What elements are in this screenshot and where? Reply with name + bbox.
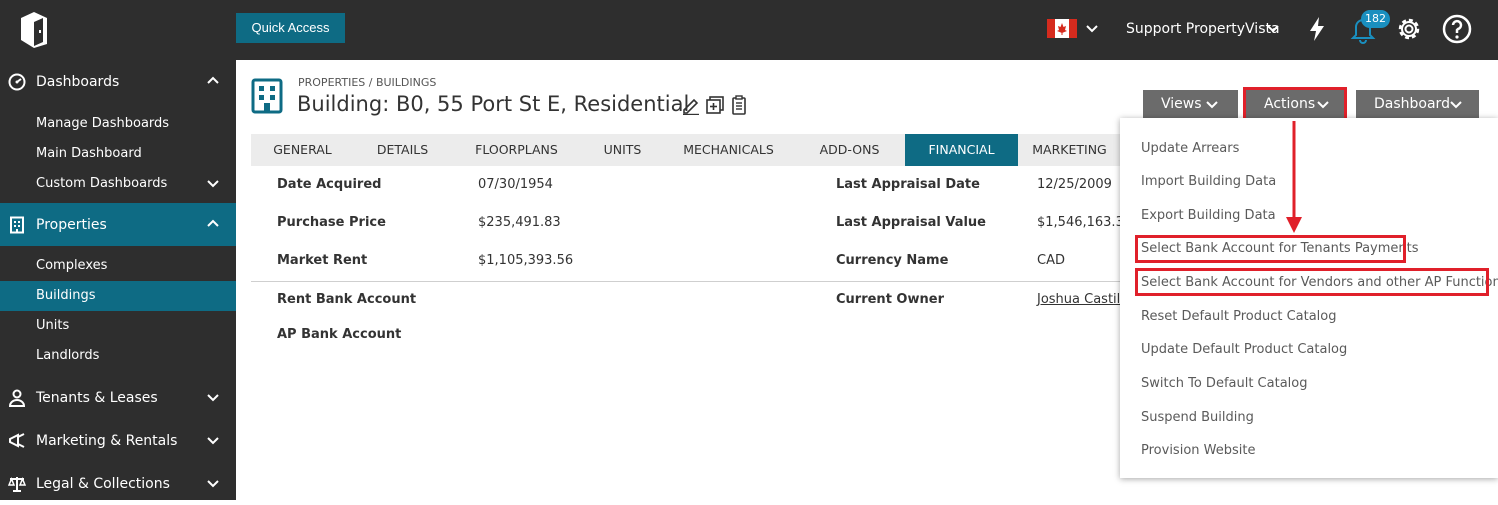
actions-highlight bbox=[1243, 87, 1347, 121]
gear-icon[interactable] bbox=[1394, 14, 1424, 44]
sidebar-item-label: Units bbox=[36, 318, 70, 333]
bolt-icon[interactable] bbox=[1307, 16, 1327, 42]
chevron-down-icon[interactable] bbox=[207, 394, 219, 402]
market-rent-value: $1,105,393.56 bbox=[478, 253, 574, 268]
market-rent-label: Market Rent bbox=[277, 253, 368, 268]
notification-badge: 182 bbox=[1361, 10, 1390, 28]
tab-floorplans[interactable]: FLOORPLANS bbox=[451, 134, 582, 166]
page-title: Building: B0, 55 Port St E, Residential bbox=[297, 92, 690, 116]
views-button[interactable]: Views bbox=[1143, 90, 1238, 118]
sidebar-item-label: Custom Dashboards bbox=[36, 176, 168, 191]
building-icon bbox=[10, 216, 24, 234]
ap-bank-account-label: AP Bank Account bbox=[277, 327, 402, 342]
sidebar-item-units[interactable]: Units bbox=[0, 311, 236, 341]
top-bar: Quick Access Support PropertyVista 182 bbox=[0, 0, 1498, 60]
date-acquired-label: Date Acquired bbox=[277, 177, 382, 192]
tenants-payments-highlight bbox=[1135, 235, 1406, 263]
dashboard-button-label: Dashboard bbox=[1374, 96, 1450, 112]
menu-item-reset-default-product-catalog[interactable]: Reset Default Product Catalog bbox=[1141, 309, 1337, 324]
currency-name-label: Currency Name bbox=[836, 253, 949, 268]
logo-icon[interactable] bbox=[19, 10, 49, 48]
chevron-down-icon bbox=[1206, 101, 1218, 109]
title-tools bbox=[681, 95, 749, 117]
breadcrumb[interactable]: PROPERTIES / BUILDINGS bbox=[298, 76, 436, 89]
chevron-down-icon bbox=[1450, 101, 1462, 109]
chevron-down-icon[interactable] bbox=[207, 480, 219, 488]
chevron-down-icon[interactable] bbox=[207, 180, 219, 188]
sidebar-item-label: Landlords bbox=[36, 348, 100, 363]
sidebar-item-label: Buildings bbox=[36, 288, 96, 303]
last-appraisal-value-label: Last Appraisal Value bbox=[836, 215, 986, 230]
vendors-ap-highlight bbox=[1135, 268, 1489, 296]
rent-bank-account-label: Rent Bank Account bbox=[277, 292, 417, 307]
menu-item-update-default-product-catalog[interactable]: Update Default Product Catalog bbox=[1141, 342, 1347, 357]
sidebar-section-properties[interactable]: Properties bbox=[0, 203, 236, 246]
chevron-down-icon[interactable] bbox=[207, 437, 219, 445]
sidebar-item-label: Complexes bbox=[36, 258, 108, 273]
chevron-up-icon[interactable] bbox=[207, 76, 219, 84]
last-appraisal-date-value: 12/25/2009 bbox=[1037, 177, 1112, 192]
tab-units[interactable]: UNITS bbox=[582, 134, 663, 166]
last-appraisal-value-value: $1,546,163.31 bbox=[1037, 215, 1133, 230]
sidebar-item-buildings[interactable]: Buildings bbox=[0, 281, 236, 311]
add-copy-icon[interactable] bbox=[705, 95, 725, 115]
sidebar-section-legal-collections[interactable]: Legal & Collections bbox=[0, 462, 236, 505]
chevron-up-icon[interactable] bbox=[207, 219, 219, 227]
sidebar-section-label: Marketing & Rentals bbox=[36, 433, 178, 449]
tab-marketing[interactable]: MARKETING bbox=[1018, 134, 1121, 166]
quick-access-button[interactable]: Quick Access bbox=[236, 13, 345, 43]
tab-mechanicals[interactable]: MECHANICALS bbox=[663, 134, 794, 166]
current-owner-link[interactable]: Joshua Castillo bbox=[1037, 292, 1132, 307]
sidebar-section-tenants-leases[interactable]: Tenants & Leases bbox=[0, 376, 236, 419]
sidebar: Dashboards Manage Dashboards Main Dashbo… bbox=[0, 60, 236, 500]
help-icon[interactable] bbox=[1442, 14, 1472, 44]
purchase-price-label: Purchase Price bbox=[277, 215, 386, 230]
menu-item-suspend-building[interactable]: Suspend Building bbox=[1141, 410, 1254, 425]
arrow-down-icon bbox=[1286, 121, 1302, 233]
views-button-label: Views bbox=[1161, 96, 1202, 112]
menu-item-export-building-data[interactable]: Export Building Data bbox=[1141, 208, 1276, 223]
sidebar-item-label: Manage Dashboards bbox=[36, 116, 170, 131]
menu-item-provision-website[interactable]: Provision Website bbox=[1141, 443, 1255, 458]
tab-details[interactable]: DETAILS bbox=[354, 134, 451, 166]
sidebar-section-label: Legal & Collections bbox=[36, 476, 170, 492]
dashboard-button[interactable]: Dashboard bbox=[1356, 90, 1479, 118]
scales-icon bbox=[8, 477, 26, 492]
sidebar-item-custom-dashboards[interactable]: Custom Dashboards bbox=[0, 169, 236, 199]
sidebar-item-main-dashboard[interactable]: Main Dashboard bbox=[0, 139, 236, 169]
tab-bar: GENERAL DETAILS FLOORPLANS UNITS MECHANI… bbox=[251, 134, 1121, 166]
building-header-icon bbox=[251, 78, 283, 114]
sidebar-section-dashboards[interactable]: Dashboards bbox=[0, 60, 236, 103]
purchase-price-value: $235,491.83 bbox=[478, 215, 561, 230]
tab-financial[interactable]: FINANCIAL bbox=[905, 134, 1018, 166]
sidebar-section-label: Dashboards bbox=[36, 74, 120, 90]
section-divider bbox=[251, 281, 1121, 282]
notes-icon[interactable] bbox=[729, 95, 749, 115]
sidebar-item-manage-dashboards[interactable]: Manage Dashboards bbox=[0, 109, 236, 139]
megaphone-icon bbox=[9, 433, 25, 448]
date-acquired-value: 07/30/1954 bbox=[478, 177, 553, 192]
last-appraisal-date-label: Last Appraisal Date bbox=[836, 177, 980, 192]
sidebar-item-complexes[interactable]: Complexes bbox=[0, 251, 236, 281]
menu-item-import-building-data[interactable]: Import Building Data bbox=[1141, 174, 1276, 189]
sidebar-section-marketing-rentals[interactable]: Marketing & Rentals bbox=[0, 419, 236, 462]
sidebar-item-landlords[interactable]: Landlords bbox=[0, 341, 236, 371]
user-menu[interactable]: Support PropertyVista bbox=[1126, 20, 1280, 38]
current-owner-label: Current Owner bbox=[836, 292, 944, 307]
tab-general[interactable]: GENERAL bbox=[251, 134, 354, 166]
sidebar-section-label: Tenants & Leases bbox=[36, 390, 158, 406]
tab-add-ons[interactable]: ADD-ONS bbox=[794, 134, 905, 166]
sidebar-section-label: Properties bbox=[36, 217, 107, 233]
actions-dropdown-menu: Update Arrears Import Building Data Expo… bbox=[1120, 118, 1498, 478]
menu-item-switch-to-default-catalog[interactable]: Switch To Default Catalog bbox=[1141, 376, 1308, 391]
dashboard-icon bbox=[8, 73, 26, 91]
user-chevron-icon[interactable] bbox=[1267, 25, 1279, 33]
person-icon bbox=[8, 389, 26, 407]
canada-flag-icon[interactable] bbox=[1047, 19, 1077, 38]
edit-icon[interactable] bbox=[681, 95, 701, 115]
language-chevron-icon[interactable] bbox=[1086, 25, 1098, 33]
sidebar-item-label: Main Dashboard bbox=[36, 146, 142, 161]
currency-name-value: CAD bbox=[1037, 253, 1065, 268]
menu-item-update-arrears[interactable]: Update Arrears bbox=[1141, 141, 1239, 156]
